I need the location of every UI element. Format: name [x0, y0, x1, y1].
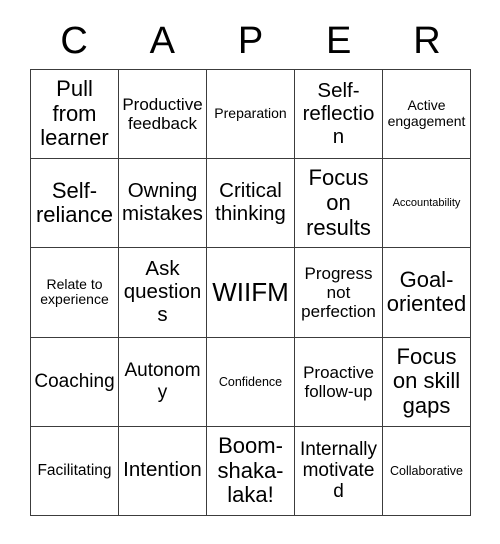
bingo-grid: Pull from learner Productive feedback Pr… [30, 68, 471, 516]
bingo-row: Self-reliance Owning mistakes Critical t… [30, 158, 471, 249]
bingo-card: C A P E R Pull from learner Productive f… [0, 0, 500, 544]
bingo-cell[interactable]: Accountability [382, 158, 471, 249]
bingo-cell[interactable]: Collaborative [382, 425, 471, 516]
bingo-cell[interactable]: Internally motivated [294, 425, 383, 516]
bingo-cell[interactable]: WIIFM [206, 247, 295, 338]
bingo-cell[interactable]: Preparation [206, 68, 295, 160]
bingo-cell[interactable]: Progress not perfection [294, 247, 383, 338]
bingo-header-letter-3: E [326, 20, 352, 62]
bingo-cell[interactable]: Active engagement [382, 68, 471, 160]
bingo-cell[interactable]: Pull from learner [30, 68, 119, 160]
bingo-cell[interactable]: Boom-shaka-laka! [206, 425, 295, 516]
bingo-cell[interactable]: Focus on results [294, 158, 383, 249]
bingo-header-letter-4: R [413, 20, 441, 62]
bingo-cell[interactable]: Autonomy [118, 336, 207, 427]
bingo-cell[interactable]: Relate to experience [30, 247, 119, 338]
bingo-cell[interactable]: Goal-oriented [382, 247, 471, 338]
bingo-cell[interactable]: Focus on skill gaps [382, 336, 471, 427]
bingo-row: Facilitating Intention Boom-shaka-laka! … [30, 425, 471, 516]
bingo-header-letter-0: C [60, 20, 88, 62]
bingo-cell[interactable]: Owning mistakes [118, 158, 207, 249]
bingo-row: Relate to experience Ask questions WIIFM… [30, 247, 471, 338]
bingo-cell[interactable]: Ask questions [118, 247, 207, 338]
bingo-row: Pull from learner Productive feedback Pr… [30, 68, 471, 160]
bingo-cell[interactable]: Productive feedback [118, 68, 207, 160]
bingo-cell[interactable]: Intention [118, 425, 207, 516]
bingo-cell[interactable]: Self-reflection [294, 68, 383, 160]
bingo-cell[interactable]: Confidence [206, 336, 295, 427]
bingo-cell[interactable]: Coaching [30, 336, 119, 427]
bingo-cell[interactable]: Critical thinking [206, 158, 295, 249]
bingo-cell[interactable]: Facilitating [30, 425, 119, 516]
bingo-row: Coaching Autonomy Confidence Proactive f… [30, 336, 471, 427]
bingo-header-letter-2: P [237, 20, 264, 62]
bingo-cell[interactable]: Proactive follow-up [294, 336, 383, 427]
bingo-cell[interactable]: Self-reliance [30, 158, 119, 249]
bingo-header-letter-1: A [149, 20, 175, 62]
bingo-header-row: C A P E R [30, 14, 471, 68]
